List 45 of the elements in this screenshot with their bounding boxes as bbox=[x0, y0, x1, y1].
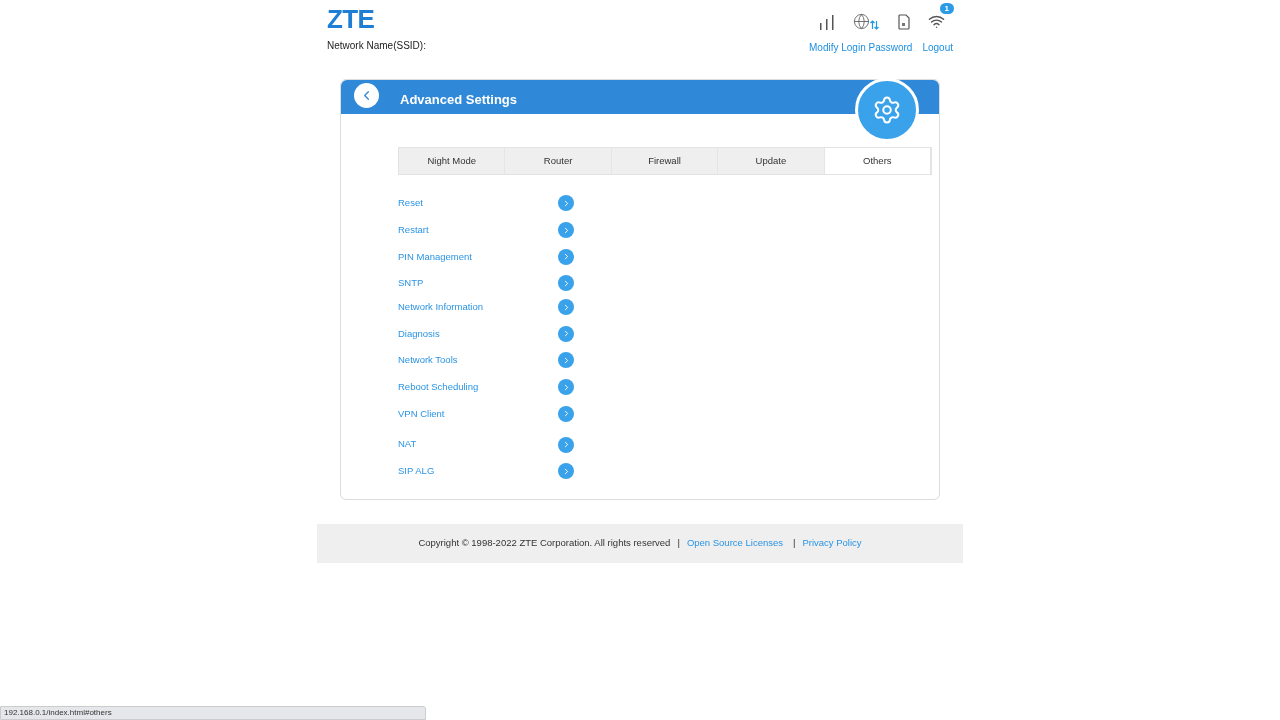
logout-link[interactable]: Logout bbox=[922, 40, 953, 55]
logo: ZTE bbox=[327, 6, 376, 32]
settings-link[interactable]: Diagnosis bbox=[398, 326, 440, 341]
arrow-button[interactable] bbox=[558, 436, 574, 453]
settings-link[interactable]: PIN Management bbox=[398, 249, 472, 264]
settings-link[interactable]: NAT bbox=[398, 437, 417, 452]
settings-icon bbox=[872, 95, 902, 125]
settings-tab[interactable]: Update bbox=[718, 148, 825, 174]
arrow-button[interactable] bbox=[558, 405, 574, 422]
settings-link[interactable]: SIP ALG bbox=[398, 464, 435, 479]
modify-password-link[interactable]: Modify Login Password bbox=[809, 40, 913, 55]
back-button[interactable] bbox=[354, 82, 379, 108]
signal-icon[interactable] bbox=[819, 15, 835, 30]
arrow-button[interactable] bbox=[558, 463, 574, 480]
arrow-button[interactable] bbox=[558, 379, 574, 396]
settings-link[interactable]: Reset bbox=[398, 196, 423, 211]
arrow-button[interactable] bbox=[558, 222, 574, 239]
wifi-icon[interactable] bbox=[928, 13, 945, 30]
network-name-label: Network Name(SSID): bbox=[327, 39, 426, 53]
settings-tab[interactable]: Router bbox=[505, 148, 612, 174]
status-url: 192.168.0.1/index.html#others bbox=[0, 706, 426, 720]
arrow-button[interactable] bbox=[558, 325, 574, 342]
panel-title: Advanced Settings bbox=[400, 91, 518, 110]
sim-card-icon[interactable] bbox=[897, 14, 910, 30]
settings-link[interactable]: VPN Client bbox=[398, 406, 445, 421]
settings-link[interactable]: Reboot Scheduling bbox=[398, 380, 479, 395]
settings-tab[interactable]: Firewall bbox=[611, 148, 719, 174]
arrow-button[interactable] bbox=[558, 248, 574, 265]
arrow-button[interactable] bbox=[558, 275, 574, 292]
wifi-badge: 1 bbox=[939, 3, 954, 14]
arrow-button[interactable] bbox=[558, 299, 574, 316]
arrow-button[interactable] bbox=[558, 195, 574, 212]
separator: | bbox=[793, 535, 796, 550]
arrow-button[interactable] bbox=[558, 352, 574, 369]
privacy-link[interactable]: Privacy Policy bbox=[802, 535, 862, 551]
settings-link[interactable]: SNTP bbox=[398, 276, 424, 291]
settings-link[interactable]: Network Tools bbox=[398, 353, 458, 368]
globe-icon[interactable] bbox=[853, 13, 870, 30]
open-source-link[interactable]: Open Source Licenses bbox=[686, 535, 783, 551]
up-down-arrows-icon bbox=[870, 20, 879, 30]
settings-link[interactable]: Restart bbox=[398, 222, 429, 238]
settings-tab[interactable]: Night Mode bbox=[399, 148, 506, 174]
settings-link[interactable]: Network Information bbox=[398, 299, 483, 315]
copyright-text: Copyright © 1998-2022 ZTE Corporation. All rights reserved bbox=[418, 535, 671, 550]
separator: | bbox=[677, 535, 680, 550]
